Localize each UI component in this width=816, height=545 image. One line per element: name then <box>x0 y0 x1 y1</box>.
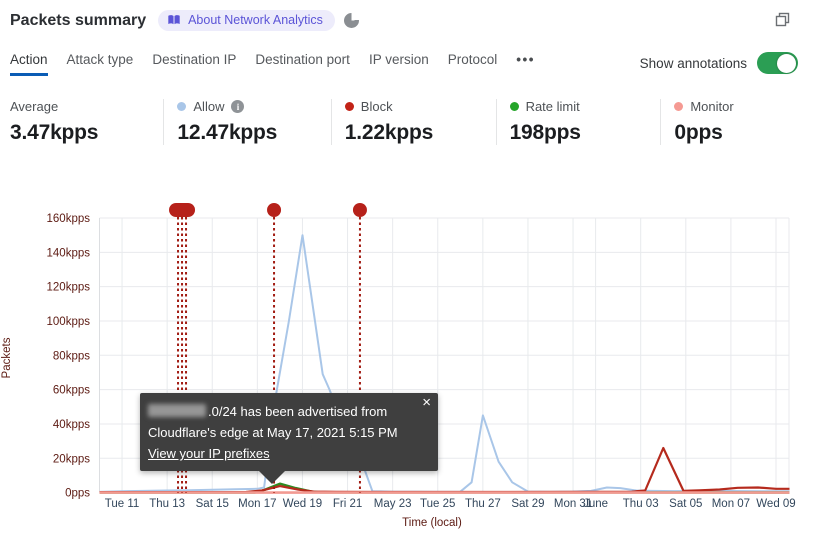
packets-chart[interactable]: 160kpps 140kpps 120kpps 100kpps 80kpps 60kpps… <box>0 190 816 530</box>
y-tick-label: 20kpps <box>53 453 90 465</box>
x-tick-label: Mon 17 <box>238 498 276 510</box>
x-tick-label: Sat 29 <box>511 498 544 510</box>
annotations-control: Show annotations <box>640 52 798 74</box>
tab-protocol[interactable]: Protocol <box>448 52 498 76</box>
x-tick-label: Thu 27 <box>465 498 501 510</box>
tooltip-close-icon[interactable]: × <box>422 395 431 410</box>
x-tick-label: June <box>583 498 608 510</box>
redacted-ip-prefix <box>148 404 206 417</box>
annotation-tooltip: × .0/24 has been advertised from Cloudfl… <box>140 393 438 484</box>
tab-ip-version[interactable]: IP version <box>369 52 429 76</box>
x-tick-label: Sat 05 <box>669 498 702 510</box>
annotation-marker[interactable] <box>352 203 367 217</box>
stat-monitor: Monitor 0pps <box>660 99 806 145</box>
stat-label: Monitor <box>690 99 734 114</box>
about-network-analytics-badge[interactable]: About Network Analytics <box>158 10 335 31</box>
badge-label: About Network Analytics <box>188 13 323 27</box>
y-tick-label: 40kpps <box>53 419 90 431</box>
toggle-knob <box>777 53 796 73</box>
tabs-row: Action Attack type Destination IP Destinati… <box>10 52 798 76</box>
stat-label: Allow <box>193 99 225 114</box>
y-tick-label: 60kpps <box>53 385 90 397</box>
tab-destination-ip[interactable]: Destination IP <box>152 52 236 76</box>
x-tick-label: Sat 15 <box>196 498 229 510</box>
tooltip-line1: .0/24 has been advertised from <box>148 401 426 422</box>
stat-value: 3.47kpps <box>10 121 99 144</box>
stat-rate-limit: Rate limit 198pps <box>495 99 661 145</box>
y-tick-label: 80kpps <box>53 350 90 362</box>
tab-list: Action Attack type Destination IP Destinati… <box>10 52 535 76</box>
page-title: Packets summary <box>10 11 147 29</box>
annotation-marker[interactable] <box>169 203 196 217</box>
x-tick-label: Thu 03 <box>623 498 659 510</box>
annotation-marker[interactable] <box>267 203 282 217</box>
stat-value: 1.22kpps <box>344 121 434 144</box>
show-annotations-toggle[interactable] <box>757 52 798 74</box>
y-tick-label: 0pps <box>65 488 90 500</box>
pie-timer-icon[interactable] <box>343 13 359 28</box>
tooltip-line2: Cloudflare's edge at May 17, 2021 5:15 P… <box>148 425 398 440</box>
tab-destination-port[interactable]: Destination port <box>255 52 350 76</box>
x-tick-label: Wed 09 <box>756 498 795 510</box>
show-annotations-label: Show annotations <box>639 55 747 71</box>
tab-action[interactable]: Action <box>10 52 48 76</box>
legend-dot <box>674 102 684 111</box>
view-ip-prefixes-link[interactable]: View your IP prefixes <box>148 446 270 461</box>
legend-dot <box>177 102 187 111</box>
restore-window-icon[interactable] <box>775 12 790 32</box>
y-tick-label: 100kpps <box>47 316 91 328</box>
legend-dot <box>509 102 519 111</box>
y-tick-label: 160kpps <box>47 213 91 225</box>
stat-average: Average 3.47kpps <box>10 99 163 145</box>
stat-block: Block 1.22kpps <box>330 99 496 145</box>
x-tick-label: Wed 19 <box>283 498 322 510</box>
x-axis-title: Time (local) <box>402 517 462 529</box>
x-tick-label: Thu 13 <box>149 498 185 510</box>
stat-value: 0pps <box>674 121 723 144</box>
stat-allow: Allow i 12.47kpps <box>163 99 330 145</box>
info-icon[interactable]: i <box>231 100 245 113</box>
legend-dot <box>344 102 354 111</box>
x-tick-label: May 23 <box>374 498 412 510</box>
chart-header: Packets summary About Network Analytics <box>10 10 806 31</box>
tooltip-caret <box>259 471 285 484</box>
y-tick-label: 140kpps <box>47 247 91 259</box>
y-tick-label: 120kpps <box>47 282 91 294</box>
x-tick-label: Tue 25 <box>420 498 455 510</box>
stat-value: 198pps <box>509 121 581 144</box>
book-icon <box>168 15 180 25</box>
tab-attack-type[interactable]: Attack type <box>67 52 134 76</box>
tab-more-options[interactable]: ••• <box>516 52 535 76</box>
x-tick-label: Fri 21 <box>333 498 362 510</box>
x-tick-label: Tue 11 <box>105 498 140 510</box>
x-tick-label: Mon 07 <box>712 498 750 510</box>
stat-label: Block <box>360 99 393 114</box>
stats-row: Average 3.47kpps Allow i 12.47kpps Block 1.22k… <box>10 99 806 145</box>
stat-label: Rate limit <box>525 99 580 114</box>
stat-value: 12.47kpps <box>177 121 278 144</box>
stat-label: Average <box>10 99 59 114</box>
